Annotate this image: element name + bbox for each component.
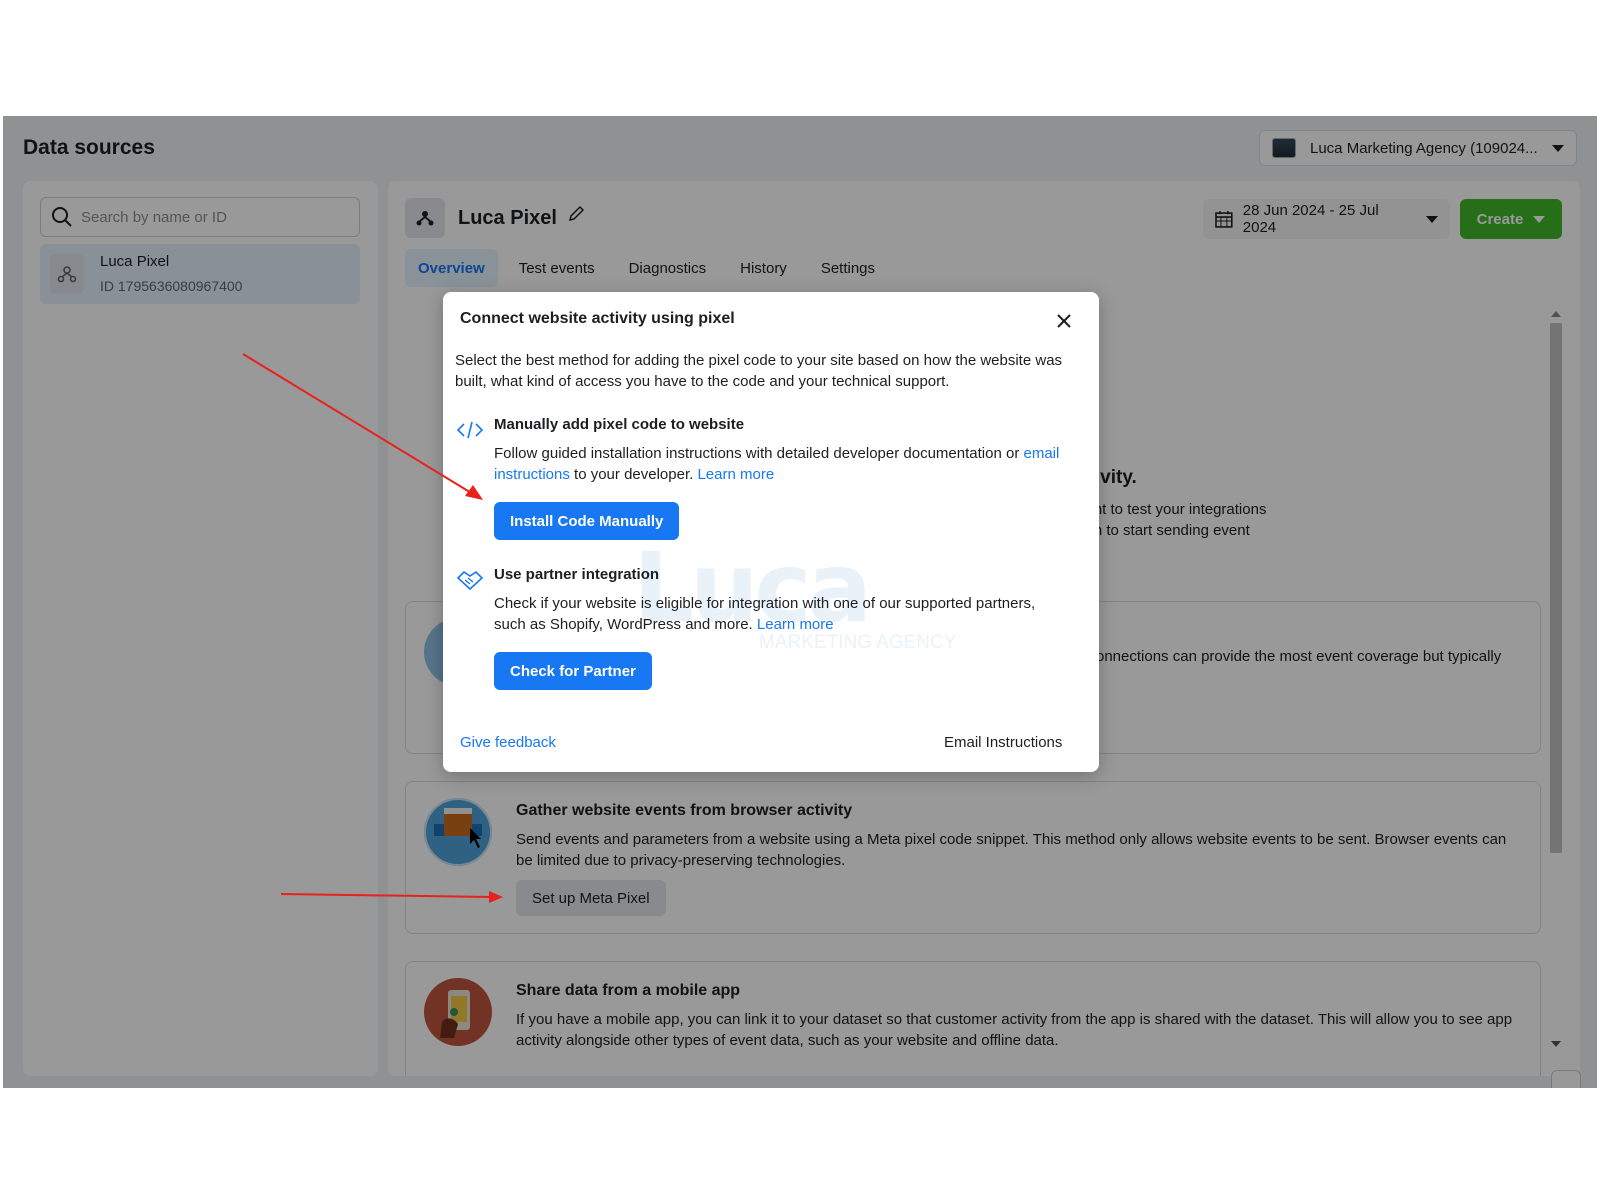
give-feedback-link[interactable]: Give feedback <box>460 734 556 751</box>
check-for-partner-button[interactable]: Check for Partner <box>494 652 652 690</box>
app-screen: Data sources Luca Marketing Agency (1090… <box>3 116 1597 1088</box>
watermark-subtext: MARKETING AGENCY <box>759 632 957 653</box>
learn-more-link[interactable]: Learn more <box>697 466 774 483</box>
handshake-icon <box>456 570 484 591</box>
partner-section-description: Check if your website is eligible for in… <box>494 593 1064 635</box>
learn-more-link[interactable]: Learn more <box>757 616 834 633</box>
dialog-intro: Select the best method for adding the pi… <box>455 352 1063 390</box>
manual-desc-text: to your developer. <box>569 466 698 483</box>
email-instructions-button[interactable]: Email Instructions <box>944 734 1062 751</box>
dialog-title: Connect website activity using pixel <box>460 310 735 327</box>
install-code-manually-button[interactable]: Install Code Manually <box>494 502 680 540</box>
close-icon[interactable] <box>1053 310 1075 332</box>
manual-section-title: Manually add pixel code to website <box>494 416 745 433</box>
code-icon <box>456 421 484 439</box>
manual-desc-text: Follow guided installation instructions … <box>494 445 1024 462</box>
connect-website-dialog: Luca MARKETING AGENCY Connect website ac… <box>443 292 1099 772</box>
partner-section-title: Use partner integration <box>494 566 660 583</box>
manual-section-description: Follow guided installation instructions … <box>494 443 1064 485</box>
